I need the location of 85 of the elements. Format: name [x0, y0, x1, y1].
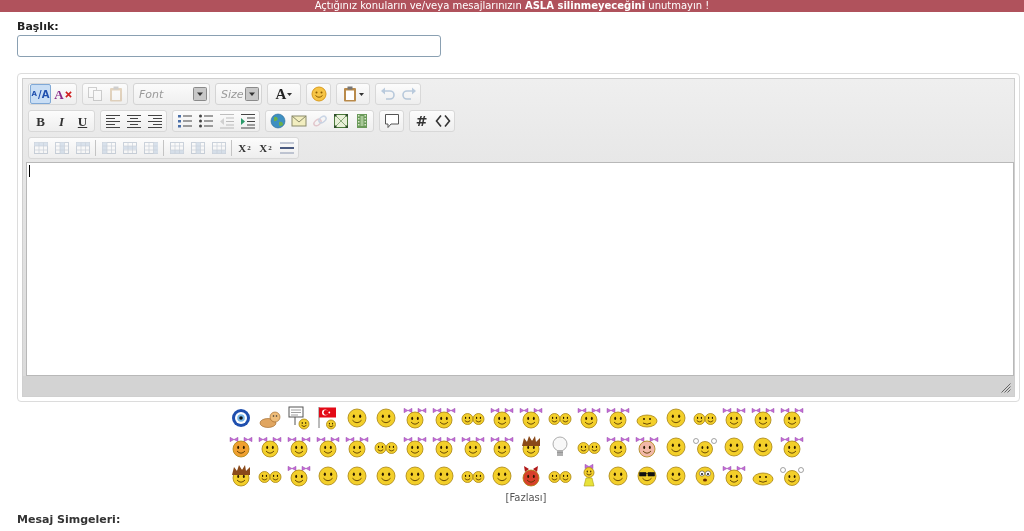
align-left-icon: [104, 113, 121, 129]
table-icon: [210, 140, 227, 156]
smiley-icon[interactable]: [489, 463, 514, 488]
table-icon: [189, 140, 206, 156]
envelope-icon: [290, 113, 307, 129]
smiley-icon[interactable]: [721, 434, 746, 459]
smiley-icon[interactable]: [402, 463, 427, 488]
clipboard-icon: [107, 86, 124, 102]
wide-eyed-smiley-icon[interactable]: [692, 463, 717, 488]
smiley-icon[interactable]: [373, 405, 398, 430]
table-icon: [74, 140, 91, 156]
smiley-icon[interactable]: [344, 463, 369, 488]
picture-icon: [332, 113, 349, 129]
resize-grip-icon[interactable]: [1001, 383, 1011, 393]
message-icons-label: Mesaj Simgeleri:: [17, 513, 121, 526]
smiley-bows-icon[interactable]: [605, 434, 630, 459]
smiley-icon[interactable]: [750, 434, 775, 459]
remove-format-button[interactable]: A: [51, 84, 75, 104]
smiley-bows-icon[interactable]: [489, 405, 514, 430]
underline-button[interactable]: U: [72, 111, 93, 131]
caret-icon: [359, 92, 364, 96]
smiley-bows-icon[interactable]: [402, 434, 427, 459]
smiley-bows-icon[interactable]: [286, 434, 311, 459]
smiley-bows-icon[interactable]: [257, 434, 282, 459]
cross-icon: [64, 90, 72, 98]
text-color-button[interactable]: A: [269, 84, 299, 104]
smiley-bows-icon[interactable]: [518, 405, 543, 430]
more-smilies-link[interactable]: [Fazlası]: [505, 492, 547, 504]
smiley-bows-icon[interactable]: [431, 434, 456, 459]
smiley-icon[interactable]: [431, 463, 456, 488]
align-right-icon: [146, 113, 163, 129]
code-icon: [434, 113, 451, 129]
smiley-bows-icon[interactable]: [634, 434, 659, 459]
notice-text: Açtığınız konuların ve/veya mesajlarınızın ASLA silinmeyeceğini unutmayın !: [314, 0, 710, 12]
smiley-bows-icon[interactable]: [605, 405, 630, 430]
outdent-icon: [218, 113, 235, 129]
indent-icon: [239, 113, 256, 129]
smiley-bows-icon[interactable]: [721, 463, 746, 488]
smiley-bows-icon[interactable]: [460, 434, 485, 459]
undo-icon: [379, 86, 396, 102]
italic-button[interactable]: I: [51, 111, 72, 131]
smiley-bows-icon[interactable]: [344, 434, 369, 459]
clipboard-icon: [342, 86, 358, 102]
bullet-list-icon: [197, 113, 214, 129]
table-icon: [32, 140, 49, 156]
smiley-icon[interactable]: [605, 463, 630, 488]
smiley-bows-icon[interactable]: [779, 434, 804, 459]
smiley-bows-icon[interactable]: [402, 405, 427, 430]
table-icon: [142, 140, 159, 156]
table-icon: [168, 140, 185, 156]
title-label: Başlık:: [17, 20, 59, 34]
globe-icon: [269, 113, 286, 129]
horizontal-rule-icon: [278, 140, 295, 156]
smiley-icon[interactable]: [315, 463, 340, 488]
table-icon: [100, 140, 117, 156]
smiley-icon[interactable]: [663, 434, 688, 459]
bold-button[interactable]: B: [30, 111, 51, 131]
chain-icon: [311, 113, 328, 129]
sign-smiley-icon[interactable]: [286, 405, 311, 430]
smiley-bows-icon[interactable]: [286, 463, 311, 488]
hash-button[interactable]: #: [411, 111, 432, 131]
smiley-icon[interactable]: [344, 405, 369, 430]
smiley-bows-icon[interactable]: [228, 434, 253, 459]
smiley-icon[interactable]: [663, 463, 688, 488]
copy-icon: [86, 86, 103, 102]
smiley-bows-icon[interactable]: [315, 434, 340, 459]
smiley-bows-icon[interactable]: [750, 405, 775, 430]
redo-icon: [400, 86, 417, 102]
title-field[interactable]: [17, 35, 441, 57]
smiley-icon[interactable]: [373, 463, 398, 488]
numbered-list-icon: [176, 113, 193, 129]
table-icon: [121, 140, 138, 156]
link-button[interactable]: [267, 111, 288, 131]
message-field[interactable]: [26, 162, 1014, 376]
smiley-bows-icon[interactable]: [779, 405, 804, 430]
text-cursor: [29, 165, 30, 177]
caret-icon: [287, 92, 293, 96]
sunglasses-smiley-icon[interactable]: [634, 463, 659, 488]
smiley-bows-icon[interactable]: [576, 405, 601, 430]
smiley-bows-icon[interactable]: [721, 405, 746, 430]
smiley-bows-icon[interactable]: [431, 405, 456, 430]
smiley-bows-icon[interactable]: [489, 434, 514, 459]
table-icon: [53, 140, 70, 156]
align-center-icon: [125, 113, 142, 129]
smiley-icon[interactable]: [663, 405, 688, 430]
